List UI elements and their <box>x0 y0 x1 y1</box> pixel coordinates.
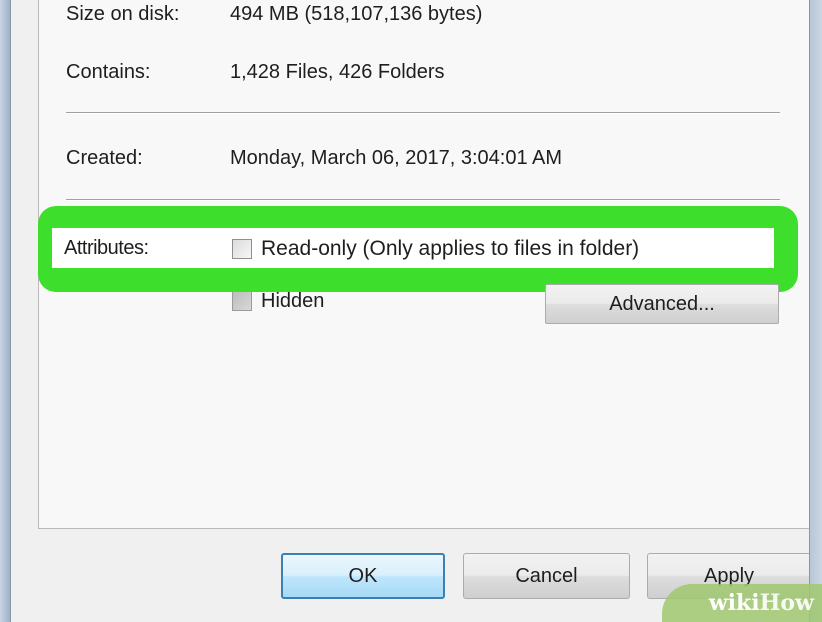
window-frame-left <box>0 0 11 622</box>
window-frame-right <box>809 0 822 622</box>
advanced-button[interactable]: Advanced... <box>545 284 779 324</box>
watermark-how: How <box>759 590 814 616</box>
contains-value: 1,428 Files, 426 Folders <box>230 61 445 83</box>
read-only-checkbox[interactable] <box>232 239 252 259</box>
cancel-button[interactable]: Cancel <box>463 553 630 599</box>
watermark-wiki: wiki <box>708 590 760 616</box>
size-on-disk-label: Size on disk: <box>66 3 180 25</box>
divider <box>66 112 780 114</box>
ok-button[interactable]: OK <box>281 553 445 599</box>
divider <box>66 199 780 201</box>
created-value: Monday, March 06, 2017, 3:04:01 AM <box>230 147 563 169</box>
read-only-label[interactable]: Read-only (Only applies to files in fold… <box>261 237 639 261</box>
hidden-checkbox[interactable] <box>232 291 252 311</box>
contains-label: Contains: <box>66 61 151 83</box>
created-label: Created: <box>66 147 143 169</box>
size-on-disk-value: 494 MB (518,107,136 bytes) <box>230 3 483 25</box>
hidden-label[interactable]: Hidden <box>261 289 324 313</box>
wikihow-watermark: wiki How <box>662 584 822 622</box>
attributes-label: Attributes: <box>64 237 149 259</box>
